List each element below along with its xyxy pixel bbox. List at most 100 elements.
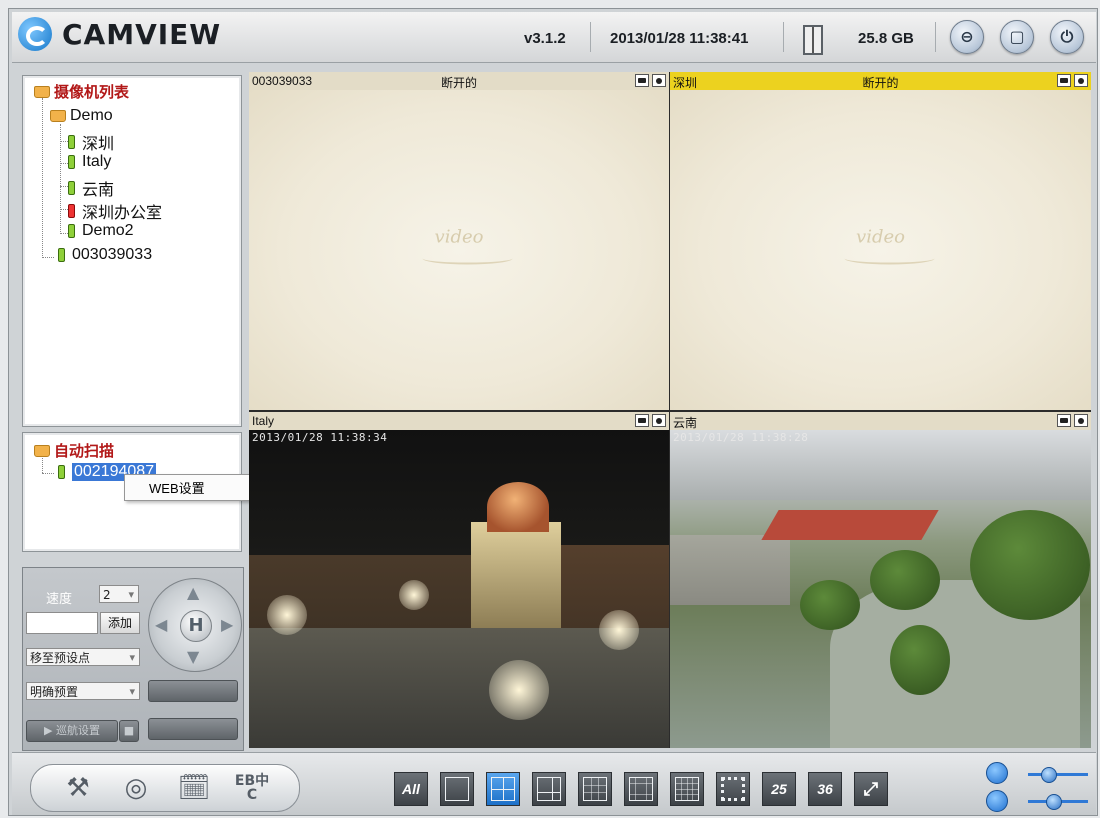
tree-guide: [60, 233, 68, 234]
layout-1-button[interactable]: [440, 772, 474, 806]
divider: [783, 22, 784, 52]
tree-guide: [60, 141, 68, 142]
layout-6-button[interactable]: [532, 772, 566, 806]
record-icon[interactable]: [1074, 74, 1088, 87]
streetlight: [489, 660, 549, 720]
divider: [935, 22, 936, 52]
streetlight: [599, 610, 639, 650]
video-pane-3[interactable]: Italy 2013/01/28 11:38:34: [249, 412, 669, 748]
folder-icon: [34, 444, 50, 457]
grid-icon: [721, 777, 745, 801]
speed-select[interactable]: 2: [99, 585, 139, 604]
grid-icon: [445, 777, 469, 801]
tree-guide: [60, 186, 68, 187]
layout-frame-button[interactable]: [716, 772, 750, 806]
record-icon[interactable]: [652, 74, 666, 87]
streetlight: [399, 580, 429, 610]
tree-camera-italy[interactable]: Italy: [68, 153, 111, 171]
speaker-volume-knob[interactable]: [1046, 794, 1062, 810]
video-grid: 003039033 断开的 video 深圳 断开的 video Italy 2…: [249, 72, 1091, 748]
tree-camera-yunnan[interactable]: 云南: [68, 176, 114, 200]
ptz-action-button-1[interactable]: [148, 680, 238, 702]
tree-camera-shenzhen-office[interactable]: 深圳办公室: [68, 199, 162, 223]
maximize-button[interactable]: ▢: [1000, 20, 1034, 54]
feed-timestamp: 2013/01/28 11:38:28: [673, 431, 809, 444]
stop-cruise-button[interactable]: ■: [119, 720, 139, 742]
layout-all-button[interactable]: All: [394, 772, 428, 806]
record-icon[interactable]: [1074, 414, 1088, 427]
language-button[interactable]: EB中C: [234, 770, 270, 806]
microphone-icon[interactable]: [986, 762, 1008, 784]
camera-online-icon: [58, 248, 65, 262]
schedule-icon[interactable]: 🗓: [176, 770, 212, 806]
video-pane-1[interactable]: 003039033 断开的 video: [249, 72, 669, 410]
camera-offline-icon: [68, 204, 75, 218]
pane-camera-name: Italy: [252, 414, 275, 428]
speaker-icon[interactable]: [986, 790, 1008, 812]
layout-16-button[interactable]: [670, 772, 704, 806]
power-button[interactable]: ⏻: [1050, 20, 1084, 54]
tree-guide: [60, 209, 68, 210]
grid-icon: [675, 777, 699, 801]
pan-left-icon[interactable]: ◀: [155, 615, 167, 634]
video-placeholder: video: [670, 90, 1091, 410]
mic-volume-knob[interactable]: [1041, 767, 1057, 783]
layout-25-button[interactable]: 25: [762, 772, 796, 806]
maximize-icon: ▢: [1009, 27, 1025, 46]
app-logo: CAMVIEW: [18, 17, 221, 51]
goto-preset-select[interactable]: 移至预设点: [26, 648, 140, 667]
ptz-joystick[interactable]: ▲ ▼ ◀ ▶ H: [148, 578, 242, 672]
tree-camera-shenzhen[interactable]: 深圳: [68, 130, 114, 154]
add-preset-button[interactable]: 添加: [100, 612, 140, 634]
pan-right-icon[interactable]: ▶: [221, 615, 233, 634]
settings-tools-icon[interactable]: ⚒: [60, 770, 96, 806]
camview-logo-icon: [18, 17, 52, 51]
tree-camera-003039033[interactable]: 003039033: [58, 246, 152, 264]
layout-4-button[interactable]: [486, 772, 520, 806]
tree-guide: [42, 257, 54, 258]
layout-13-button[interactable]: [624, 772, 658, 806]
grid-icon: [537, 777, 561, 801]
mic-volume-slider[interactable]: [1028, 773, 1088, 776]
camera-online-icon: [68, 135, 75, 149]
snapshot-icon[interactable]: [1057, 74, 1071, 87]
scene-dome: [487, 482, 549, 532]
tree-guide: [60, 163, 68, 164]
camera-online-icon: [68, 155, 75, 169]
layout-36-button[interactable]: 36: [808, 772, 842, 806]
video-feed-yunnan: 2013/01/28 11:38:28: [670, 430, 1091, 748]
fullscreen-button[interactable]: ⤢: [854, 772, 888, 806]
tree-camera-demo2[interactable]: Demo2: [68, 222, 134, 240]
camera-online-icon: [68, 224, 75, 238]
preset-name-input[interactable]: [26, 612, 98, 634]
speed-label: 速度: [46, 592, 73, 607]
tree-group-demo[interactable]: Demo: [50, 107, 113, 125]
scene-roof: [761, 510, 939, 540]
home-position-icon[interactable]: H: [180, 610, 212, 642]
cruise-settings-button[interactable]: ▶ 巡航设置: [26, 720, 118, 742]
clear-preset-select[interactable]: 明确预置: [26, 682, 140, 701]
pan-down-icon[interactable]: ▼: [187, 647, 199, 666]
grid-icon: [629, 777, 653, 801]
ptz-action-button-2[interactable]: [148, 718, 238, 740]
pane-header: Italy: [249, 412, 669, 430]
pane-status: 断开的: [440, 76, 477, 90]
pane-header-active: 深圳 断开的: [670, 72, 1091, 90]
camera-list-root[interactable]: 摄像机列表: [34, 81, 129, 102]
snapshot-icon[interactable]: [1057, 414, 1071, 427]
minimize-button[interactable]: ⊖: [950, 20, 984, 54]
video-pane-2[interactable]: 深圳 断开的 video: [670, 72, 1091, 410]
context-menu-web-settings[interactable]: WEB设置: [124, 474, 259, 501]
playback-icon[interactable]: ◎: [118, 770, 154, 806]
layout-9-button[interactable]: [578, 772, 612, 806]
video-pane-4[interactable]: 云南 2013/01/28 11:38:28: [670, 412, 1091, 748]
minimize-icon: ⊖: [960, 27, 974, 46]
pan-up-icon[interactable]: ▲: [187, 583, 199, 602]
auto-scan-root[interactable]: 自动扫描: [34, 440, 114, 461]
grid-icon: [491, 777, 515, 801]
snapshot-icon[interactable]: [635, 414, 649, 427]
record-icon[interactable]: [652, 414, 666, 427]
app-title: CAMVIEW: [62, 17, 222, 51]
streetlight: [267, 595, 307, 635]
snapshot-icon[interactable]: [635, 74, 649, 87]
